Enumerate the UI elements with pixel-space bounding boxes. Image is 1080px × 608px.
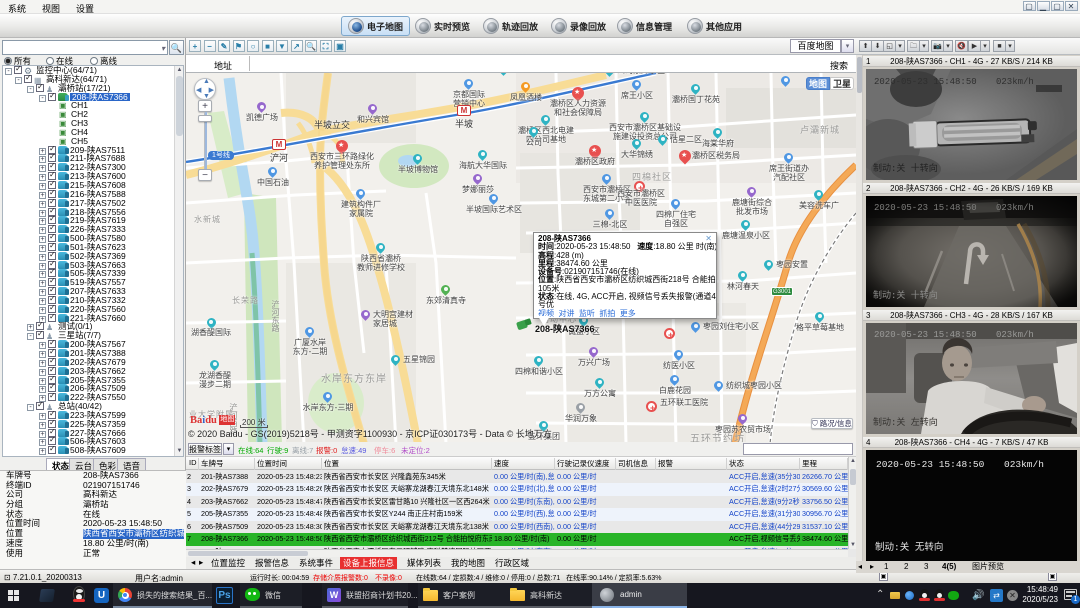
svg-text:023km/h: 023km/h [996, 330, 1034, 340]
svg-text:制动:关 左转向: 制动:关 左转向 [873, 416, 938, 428]
svg-text:2020-05-23 15:48:50: 2020-05-23 15:48:50 [874, 203, 977, 213]
svg-text:2020-05-23 15:48:50: 2020-05-23 15:48:50 [874, 77, 977, 87]
svg-text:2020-05-23 15:48:50: 2020-05-23 15:48:50 [876, 459, 985, 470]
svg-text:023km/h: 023km/h [1004, 459, 1044, 470]
svg-text:制动:关 无转向: 制动:关 无转向 [875, 541, 943, 553]
svg-text:制动:关 十转向: 制动:关 十转向 [873, 289, 938, 301]
svg-text:2020-05-23 15:48:50: 2020-05-23 15:48:50 [874, 330, 977, 340]
svg-text:制动:关 十转向: 制动:关 十转向 [873, 162, 938, 174]
svg-text:023km/h: 023km/h [996, 77, 1034, 87]
svg-text:023km/h: 023km/h [996, 203, 1034, 213]
